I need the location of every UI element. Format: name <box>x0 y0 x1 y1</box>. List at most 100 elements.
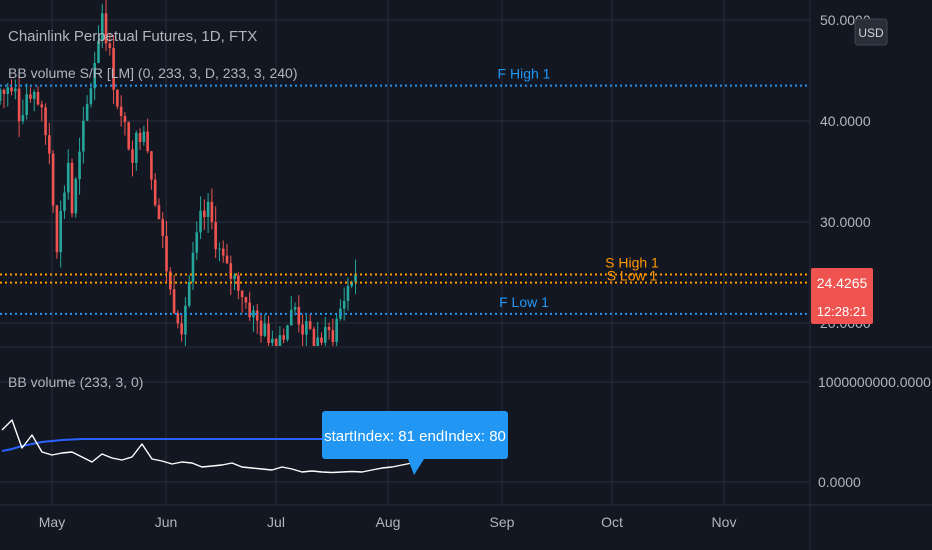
time-tick-label: Sep <box>490 514 515 530</box>
candle-body <box>308 321 312 329</box>
candle-body <box>240 290 244 298</box>
candle-body <box>48 135 51 154</box>
candle-body <box>70 162 74 214</box>
chart-canvas: F High 1S High 1S Low 1F Low 1 50.000040… <box>0 0 932 550</box>
time-tick-label: Jun <box>155 514 178 530</box>
candle-body <box>89 88 93 105</box>
candle-body <box>2 89 6 94</box>
candle-body <box>214 222 217 250</box>
candle-body <box>252 310 255 318</box>
candle-body <box>25 94 28 116</box>
candle-body <box>180 323 183 335</box>
candle-body <box>274 338 278 346</box>
candle-body <box>199 210 202 233</box>
candle-body <box>66 162 70 193</box>
candle-body <box>36 91 40 105</box>
candle-body <box>78 151 81 180</box>
candle-body <box>165 235 168 272</box>
candle-body <box>29 94 32 99</box>
candle-body <box>116 89 119 107</box>
time-tick-label: Nov <box>712 514 737 530</box>
candle-body <box>225 255 229 264</box>
candle-body <box>312 328 316 346</box>
candle-body <box>150 151 153 180</box>
candle-body <box>55 205 59 253</box>
price-tick-label: 30.0000 <box>820 214 871 230</box>
candle-body <box>40 104 44 108</box>
candle-body <box>17 88 21 122</box>
candle-body <box>218 248 221 250</box>
candle-body <box>278 335 282 346</box>
candle-body <box>172 289 176 314</box>
candle-body <box>331 330 335 343</box>
candle-body <box>0 89 2 101</box>
candle-body <box>305 321 308 335</box>
candle-body <box>51 153 55 206</box>
time-tick-label: Aug <box>376 514 401 530</box>
candle-body <box>301 324 304 335</box>
candle-body <box>248 302 251 318</box>
candle-body <box>10 87 13 92</box>
candle-body <box>233 275 236 280</box>
candle-body <box>82 120 85 152</box>
candle-body <box>221 248 225 256</box>
candle-body <box>146 131 149 152</box>
candle-body <box>21 115 25 122</box>
candle-body <box>138 132 142 142</box>
time-tick-label: Jul <box>267 514 285 530</box>
candle-body <box>203 210 206 218</box>
candle-body <box>127 122 131 150</box>
candle-body <box>32 91 36 99</box>
candle-body <box>142 131 146 142</box>
candle-body <box>354 274 357 282</box>
volume-tick-label: 0.0000 <box>818 474 861 490</box>
candle-body <box>119 106 123 116</box>
volume-tick-label: 1000000000.0000 <box>818 374 931 390</box>
time-tick-label: May <box>39 514 65 530</box>
candle-body <box>44 107 47 136</box>
indicator-title: BB volume S/R [LM] (0, 233, 3, D, 233, 3… <box>8 65 297 81</box>
candle-body <box>6 87 10 94</box>
level-label: F High 1 <box>498 66 551 82</box>
candle-body <box>342 300 346 309</box>
candle-body <box>316 337 320 346</box>
candle-body <box>229 263 233 280</box>
candle-body <box>297 306 301 325</box>
candle-body <box>134 132 138 163</box>
candle-body <box>187 281 191 306</box>
candle-body <box>195 232 199 253</box>
currency-label: USD <box>858 26 884 40</box>
candle-body <box>85 104 89 121</box>
candle-body <box>263 323 267 336</box>
candle-body <box>320 337 323 343</box>
candle-body <box>271 338 274 343</box>
candle-body <box>259 320 263 336</box>
candle-body <box>206 201 210 218</box>
tooltip-text: startIndex: 81 endIndex: 80 <box>324 428 506 445</box>
candle-body <box>237 275 240 291</box>
candle-body <box>282 335 285 340</box>
candle-body <box>161 219 165 236</box>
candle-body <box>327 326 331 331</box>
candle-body <box>286 325 289 340</box>
lower-pane-title: BB volume (233, 3, 0) <box>8 374 143 390</box>
candle-body <box>157 205 161 220</box>
candle-body <box>210 201 214 223</box>
candle-body <box>267 323 270 343</box>
level-label: S Low 1 <box>607 268 658 284</box>
candle-body <box>184 305 187 335</box>
candle-body <box>335 318 338 343</box>
candle-body <box>323 326 327 343</box>
candle-body <box>346 285 350 301</box>
symbol-title: Chainlink Perpetual Futures, 1D, FTX <box>8 28 257 45</box>
candle-body <box>14 88 17 92</box>
candle-body <box>59 210 62 253</box>
candle-body <box>131 149 134 163</box>
countdown-label: 12:28:21 <box>817 304 868 319</box>
price-tick-label: 40.0000 <box>820 113 871 129</box>
last-price-label: 24.4265 <box>817 275 868 291</box>
candle-body <box>153 179 157 206</box>
currency-button[interactable]: USD <box>854 18 888 46</box>
candle-body <box>255 310 259 321</box>
candle-body <box>289 309 293 326</box>
